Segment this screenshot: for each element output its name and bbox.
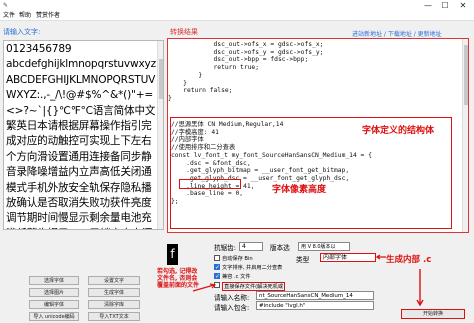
- app-icon: ✎: [3, 2, 9, 9]
- minimize-button[interactable]: —: [420, 0, 436, 11]
- download-link[interactable]: 进站新地址 / 下载地址 / 更新地址: [352, 29, 442, 38]
- glyph-preview: f: [167, 244, 178, 265]
- antialias-select[interactable]: 4: [239, 242, 263, 251]
- include-input[interactable]: #include "lvgl.h": [256, 301, 374, 310]
- name-label: 请输入名称:: [214, 294, 250, 302]
- line-height-highlight: [179, 179, 241, 189]
- direct-save-label: 直接保存文件(解决死机或: [222, 282, 286, 291]
- annot-struct: 字体定义的结构体: [362, 126, 435, 136]
- select-image-button[interactable]: 选择图片: [29, 288, 79, 297]
- compat-c-label: 兼容 .c 文件: [222, 274, 251, 280]
- include-label: 请输入包含:: [214, 304, 250, 312]
- autosave-bin-label: 自动保存 Bin: [222, 256, 253, 262]
- title-bar: ✎ — ☐ ✕: [0, 0, 474, 11]
- set-text-button[interactable]: 设置文字: [88, 276, 140, 285]
- edit-font-button[interactable]: 编辑字体: [29, 300, 79, 309]
- menu-bar: 文件 帮助 赞赏作者: [0, 11, 474, 21]
- sort-checkbox[interactable]: [214, 264, 220, 270]
- arrow-icon: [416, 269, 424, 307]
- input-label: 请输入文字:: [3, 28, 41, 36]
- arrow-icon: [192, 283, 217, 292]
- import-txt-button[interactable]: 导入TXT文本: [88, 312, 140, 321]
- sort-label: 文字排序, 并启用二分查表: [222, 265, 283, 271]
- version-label: 版本选: [270, 244, 290, 252]
- menu-help[interactable]: 帮助: [19, 12, 31, 20]
- annot-height: 字体像素高度: [272, 185, 327, 195]
- type-select[interactable]: 内部字体: [320, 253, 376, 262]
- generate-font-button[interactable]: 生成字体: [88, 288, 140, 297]
- output-scrollbar[interactable]: [462, 39, 468, 232]
- annot-generate: 生成内部 .c: [386, 255, 432, 265]
- clear-font-button[interactable]: 清除字库: [88, 300, 140, 309]
- version-select[interactable]: 用 V 8.0版本以: [298, 242, 350, 251]
- input-scrollbar[interactable]: [157, 41, 163, 229]
- input-text[interactable]: 0123456789 abcdefghijklmnopqrstuvwxyz AB…: [4, 41, 163, 229]
- maximize-button[interactable]: ☐: [437, 0, 453, 11]
- start-convert-button[interactable]: 开始转换: [401, 309, 465, 319]
- compat-c-checkbox[interactable]: [214, 273, 220, 279]
- antialias-label: 抗锯齿:: [214, 244, 237, 252]
- import-unicode-button[interactable]: 导入 unicode编码: [29, 312, 79, 321]
- menu-donate[interactable]: 赞赏作者: [36, 12, 60, 20]
- arrow-icon: [375, 254, 386, 260]
- type-label: 类型: [296, 256, 310, 264]
- menu-file[interactable]: 文件: [3, 12, 15, 20]
- output-label: 转换结果: [170, 28, 198, 36]
- code-top: dsc_out->ofs_x = gdsc->ofs_x; dsc_out->o…: [168, 41, 324, 102]
- input-textarea[interactable]: 0123456789 abcdefghijklmnopqrstuvwxyz AB…: [3, 40, 164, 230]
- output-code-panel[interactable]: dsc_out->ofs_x = gdsc->ofs_x; dsc_out->o…: [167, 38, 469, 233]
- close-button[interactable]: ✕: [455, 0, 471, 11]
- autosave-bin-checkbox[interactable]: [214, 255, 220, 261]
- name-input[interactable]: nt_SourceHanSansCN_Medium_14: [256, 291, 374, 300]
- select-font-button[interactable]: 选择字体: [29, 276, 79, 285]
